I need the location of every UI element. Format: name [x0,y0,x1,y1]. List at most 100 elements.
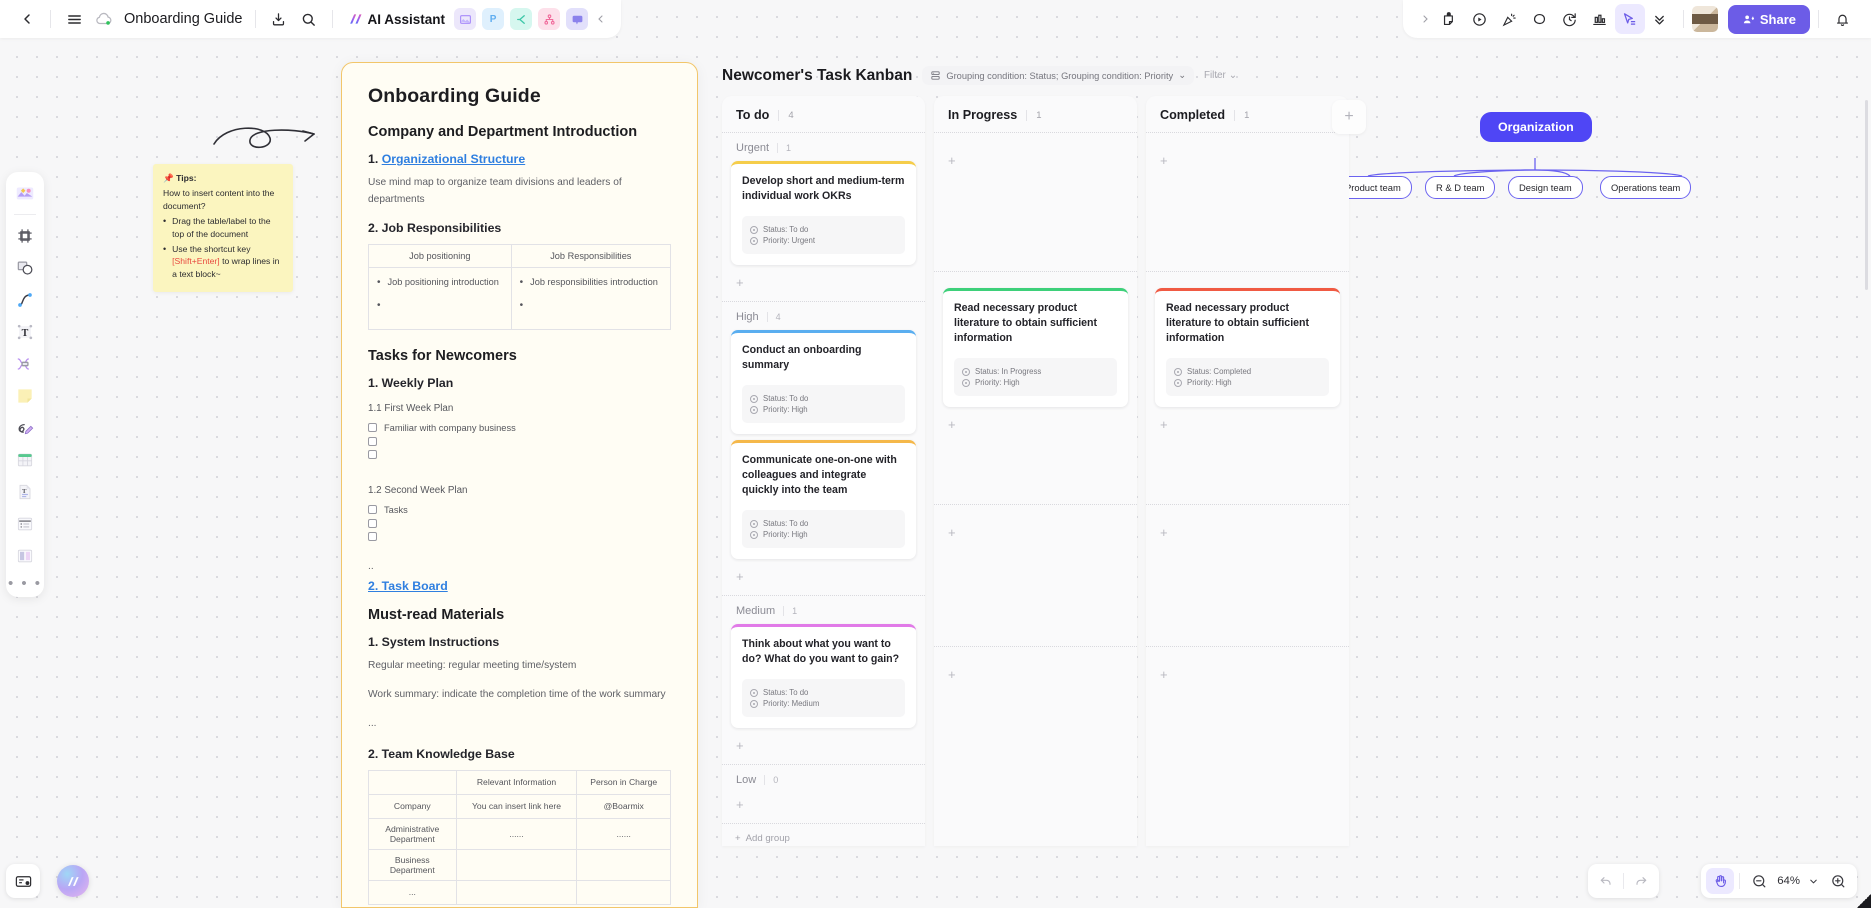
kanban-card[interactable]: Communicate one-on-one with colleagues a… [731,440,916,560]
flowchart-app-icon[interactable] [510,8,533,30]
back-button[interactable] [12,4,42,34]
kanban-column-in-progress[interactable]: In Progress 1 + Read necessary product l… [934,96,1137,846]
sticky-note-icon[interactable] [1435,4,1465,34]
job-responsibilities-table[interactable]: Job positioning Job Responsibilities • Jo… [368,243,672,330]
card-priority-label: Priority: Medium [763,699,820,709]
kanban-card[interactable]: Read necessary product literature to obt… [943,288,1128,408]
undo-button[interactable] [1592,868,1620,894]
avatar[interactable] [1691,6,1718,32]
add-card-button[interactable]: + [722,734,925,761]
table-tool[interactable] [10,445,40,475]
kanban-tool[interactable] [10,541,40,571]
resize-corner-handle[interactable] [1857,894,1871,908]
pen-tool[interactable] [10,413,40,443]
add-card-button[interactable]: + [934,149,1137,176]
ai-assistant-button[interactable]: AI Assistant [341,7,452,31]
search-icon[interactable] [294,4,324,34]
add-card-button[interactable]: + [1146,413,1349,440]
add-card-button[interactable]: + [1146,663,1349,690]
card-status: Status: To do [750,225,897,234]
mindmap-app-icon[interactable] [538,8,561,30]
zoom-dropdown-button[interactable] [1804,868,1822,894]
add-card-button[interactable]: + [722,271,925,298]
add-card-button[interactable]: + [722,793,925,820]
mindmap-node-design-team[interactable]: Design team [1508,176,1583,199]
kanban-group-urgent: + [934,132,1137,271]
presentation-app-icon[interactable]: P [482,8,505,30]
templates-tool[interactable] [10,178,40,208]
zoom-in-button[interactable] [1824,868,1852,894]
add-card-button[interactable]: + [722,565,925,592]
checklist-item[interactable] [368,531,671,541]
checklist-item[interactable]: Familiar with company business [368,423,671,433]
add-card-button[interactable]: + [934,663,1137,690]
connector-tool[interactable] [10,285,40,315]
document-scrollbar[interactable] [1865,100,1868,290]
checkbox[interactable] [368,436,377,446]
checklist-item[interactable]: Tasks [368,505,671,515]
kanban-card[interactable]: Think about what you want to do? What do… [731,624,916,729]
add-card-button[interactable]: + [1146,521,1349,548]
frame-tool[interactable] [10,221,40,251]
zoom-out-button[interactable] [1745,868,1773,894]
kanban-column-completed[interactable]: Completed 1 + Read necessary product lit… [1146,96,1349,846]
checkbox[interactable] [368,518,377,528]
comment-app-icon[interactable] [566,8,589,30]
sticky-note-tool[interactable] [10,381,40,411]
onboarding-guide-document[interactable]: Onboarding Guide Company and Department … [341,62,698,908]
checklist-item[interactable] [368,436,671,446]
team-knowledge-base-table[interactable]: Relevant Information Person in Charge Co… [368,769,671,905]
collapse-apps-button[interactable] [591,4,611,34]
document-title[interactable]: Onboarding Guide [124,11,243,27]
add-card-button[interactable]: + [934,521,1137,548]
more-tools-button[interactable]: • • • [8,573,42,593]
mindmap-tool[interactable] [10,349,40,379]
shapes-tool[interactable] [10,253,40,283]
checklist-item[interactable] [368,518,671,528]
kanban-card[interactable]: Conduct an onboarding summary Status: To… [731,330,916,435]
hamburger-menu-icon[interactable] [59,4,89,34]
checklist-item[interactable] [368,449,671,459]
checkbox[interactable] [368,423,377,433]
add-card-button[interactable]: + [934,413,1137,440]
filter-button[interactable]: Filter ⌄ [1204,70,1237,81]
chevron-double-down-icon[interactable] [1645,4,1675,34]
ai-orb-button[interactable] [57,865,89,897]
document-tool[interactable]: T [10,477,40,507]
grouping-condition-chip[interactable]: Grouping condition: Status; Grouping con… [922,66,1195,85]
organizational-structure-link[interactable]: Organizational Structure [382,152,526,166]
timer-icon[interactable] [1555,4,1585,34]
add-column-button[interactable]: + [1332,100,1366,134]
shape-blob-icon[interactable] [1525,4,1555,34]
mindmap-root-node[interactable]: Organization [1480,112,1592,142]
download-icon[interactable] [264,4,294,34]
media-play-icon[interactable] [1465,4,1495,34]
hand-tool-button[interactable] [1706,868,1735,894]
chart-icon[interactable] [1585,4,1615,34]
tips-sticky-note[interactable]: 📌 Tips: How to insert content into the d… [153,164,293,293]
share-button[interactable]: Share [1727,4,1810,34]
kanban-title[interactable]: Newcomer's Task Kanban [722,67,912,85]
expand-tools-button[interactable] [1415,4,1435,34]
confetti-icon[interactable] [1495,4,1525,34]
zoom-level-label[interactable]: 64% [1775,875,1802,887]
checkbox[interactable] [368,449,377,459]
mindmap-node-rd-team[interactable]: R & D team [1425,176,1496,199]
card-settings-button[interactable] [6,864,40,898]
list-tool[interactable] [10,509,40,539]
add-group-button[interactable]: + Add group [722,823,925,846]
doc-sys-line2: Work summary: indicate the completion ti… [368,689,666,701]
bell-icon[interactable] [1827,4,1857,34]
mindmap-node-operations-team[interactable]: Operations team [1600,176,1692,199]
redo-button[interactable] [1627,868,1655,894]
task-board-link[interactable]: 2. Task Board [368,579,448,593]
checkbox[interactable] [368,505,377,515]
kanban-column-todo[interactable]: To do 4 Urgent 1 Develop short and mediu… [722,96,925,846]
kanban-card[interactable]: Develop short and medium-term individual… [731,161,916,266]
cursor-select-icon[interactable] [1614,4,1645,34]
add-card-button[interactable]: + [1146,149,1349,176]
text-tool[interactable]: T [10,317,40,347]
image-app-icon[interactable] [454,8,477,30]
kanban-card[interactable]: Read necessary product literature to obt… [1155,288,1340,408]
checkbox[interactable] [368,531,377,541]
